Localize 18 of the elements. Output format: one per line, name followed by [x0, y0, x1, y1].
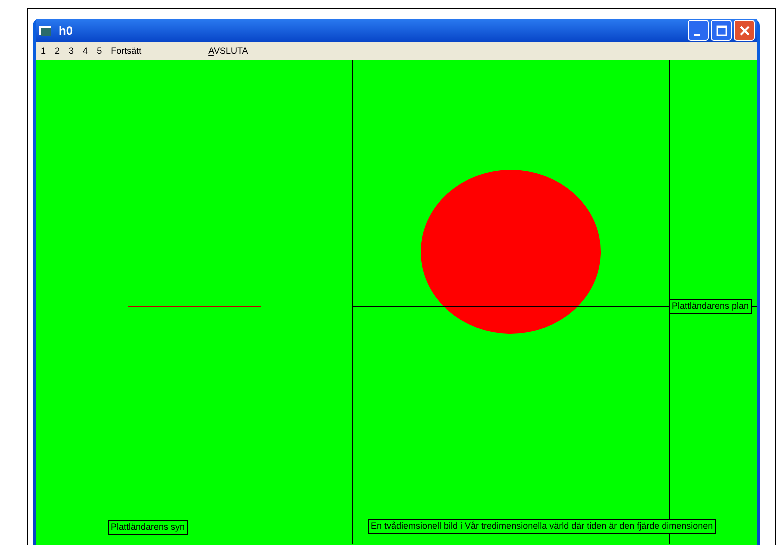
menu-item[interactable]: 4 — [83, 46, 88, 56]
menu-item[interactable]: 2 — [55, 46, 60, 56]
minimize-icon — [694, 34, 700, 36]
menu-item[interactable]: 5 — [97, 46, 102, 56]
menu-item[interactable]: 3 — [69, 46, 74, 56]
menu-item[interactable]: Fortsätt — [111, 46, 142, 56]
maximize-icon — [716, 24, 728, 36]
close-button[interactable] — [734, 20, 755, 41]
menu-item[interactable]: 1 — [41, 46, 46, 56]
close-icon — [738, 24, 750, 36]
caption-label: En tvådiemsionell bild i Vår tredimensionella värld där tiden är den fjärde dimensionen — [368, 519, 716, 534]
maximize-button[interactable] — [711, 20, 732, 41]
minimize-button[interactable] — [688, 20, 709, 41]
view-label: Plattländarens syn — [108, 520, 188, 535]
window-icon — [39, 24, 53, 36]
plan-label: Plattländarens plan — [669, 299, 752, 314]
window-title: h0 — [59, 24, 74, 38]
menu-item[interactable]: AVSLUTA — [208, 46, 248, 56]
